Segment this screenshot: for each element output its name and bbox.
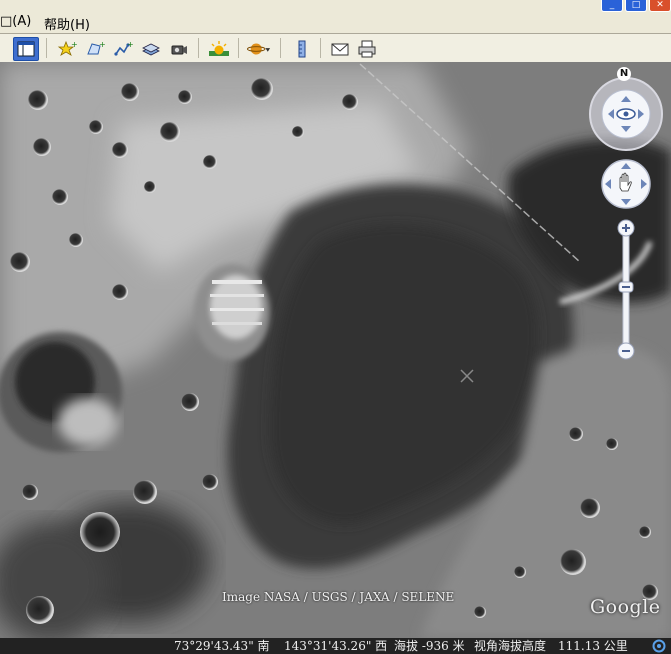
minimize-button[interactable]: _ — [601, 0, 623, 12]
svg-text:+: + — [71, 40, 77, 49]
menu-bar: □(A) 帮助(H) _ □ ✕ — [0, 0, 671, 34]
toolbar-separator — [238, 38, 239, 58]
imagery-credit: Image NASA / USGS / JAXA / SELENE — [222, 590, 455, 604]
planet-switch-button[interactable] — [246, 37, 272, 61]
add-path-button[interactable]: + — [110, 37, 136, 61]
status-bar: 73°29'43.43" 南 143°31'43.26" 西 海拔 -936 米… — [0, 638, 671, 654]
svg-text:+: + — [127, 40, 133, 49]
move-joystick[interactable] — [600, 158, 652, 210]
toolbar-separator — [320, 38, 321, 58]
record-tour-button[interactable] — [166, 37, 192, 61]
print-icon — [358, 40, 376, 58]
toolbar: + + + — [0, 34, 671, 63]
look-joystick[interactable] — [588, 67, 664, 153]
toggle-sidebar-button[interactable] — [13, 37, 39, 61]
record-tour-icon — [171, 45, 187, 55]
window-controls: _ □ ✕ — [601, 0, 671, 12]
sunlight-icon — [209, 41, 229, 56]
add-placemark-icon: + — [57, 40, 77, 56]
lunar-surface-imagery — [0, 62, 671, 638]
eye-altitude-readout: 视角海拔高度 111.13 公里 — [474, 639, 628, 653]
add-polygon-icon: + — [87, 40, 105, 55]
add-polygon-button[interactable]: + — [82, 37, 108, 61]
add-image-overlay-icon — [142, 43, 160, 56]
add-path-icon: + — [114, 40, 133, 56]
planet-switch-icon — [247, 43, 271, 55]
add-image-overlay-button[interactable] — [138, 37, 164, 61]
menu-item-help[interactable]: 帮助(H) — [44, 14, 90, 33]
streaming-indicator-icon — [652, 639, 666, 653]
svg-text:+: + — [99, 40, 105, 49]
ruler-icon — [298, 40, 306, 58]
latitude-readout: 73°29'43.43" 南 — [174, 639, 270, 653]
toolbar-separator — [46, 38, 47, 58]
ruler-button[interactable] — [289, 37, 315, 61]
toolbar-separator — [280, 38, 281, 58]
elevation-readout: 海拔 -936 米 — [394, 639, 465, 653]
google-logo: Google — [590, 596, 661, 618]
email-button[interactable] — [327, 37, 353, 61]
print-button[interactable] — [354, 37, 380, 61]
add-placemark-button[interactable]: + — [54, 37, 80, 61]
email-icon — [331, 43, 349, 56]
map-view[interactable]: N — [0, 62, 671, 638]
close-button[interactable]: ✕ — [649, 0, 671, 12]
maximize-button[interactable]: □ — [625, 0, 647, 12]
toolbar-separator — [198, 38, 199, 58]
sidebar-icon — [17, 41, 35, 57]
north-label[interactable]: N — [619, 68, 629, 79]
longitude-readout: 143°31'43.26" 西 — [284, 639, 388, 653]
menu-item-add[interactable]: □(A) — [0, 14, 31, 29]
zoom-slider[interactable] — [615, 218, 637, 362]
sunlight-button[interactable] — [206, 37, 232, 61]
